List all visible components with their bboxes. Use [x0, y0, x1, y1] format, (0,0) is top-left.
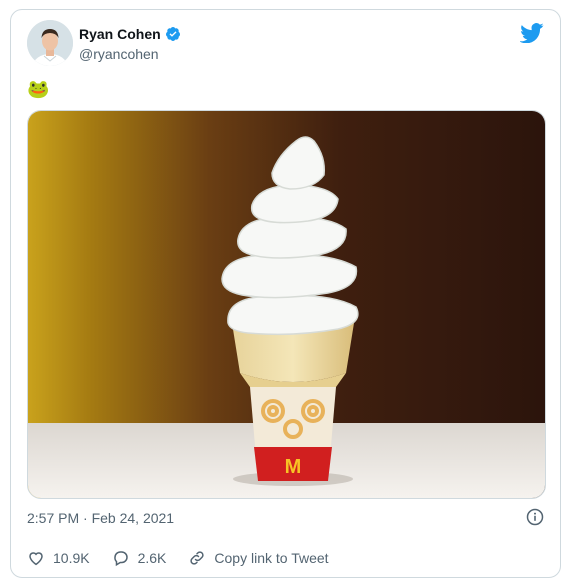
author-row[interactable]: Ryan Cohen — [79, 26, 181, 42]
copy-link-button[interactable]: Copy link to Tweet — [188, 549, 329, 567]
reply-button[interactable]: 2.6K — [112, 549, 167, 567]
tweet-timestamp[interactable]: 2:57 PM · Feb 24, 2021 — [27, 510, 174, 526]
twitter-bird-icon[interactable] — [518, 23, 544, 44]
link-icon — [190, 551, 205, 565]
like-count: 10.9K — [53, 550, 90, 566]
avatar[interactable] — [27, 20, 73, 66]
reply-count: 2.6K — [137, 550, 167, 566]
reply-icon — [113, 551, 128, 567]
info-icon[interactable] — [526, 508, 544, 526]
author-handle[interactable]: @ryancohen — [79, 46, 159, 62]
like-button[interactable]: 10.9K — [27, 549, 90, 567]
svg-text:M: M — [285, 456, 302, 478]
tweet-actions: 10.9K 2.6K Copy link to Tweet — [27, 548, 351, 568]
verified-badge-icon — [165, 26, 181, 42]
tweet-photo[interactable]: M — [27, 110, 546, 499]
tweet-text: 🐸 — [27, 79, 50, 99]
heart-icon — [29, 552, 43, 566]
tweet-embed-card[interactable]: Ryan Cohen @ryancohen 🐸 M 2:57 PM · Feb … — [10, 9, 561, 578]
ice-cream-cone-photo: M — [28, 111, 545, 498]
author-name[interactable]: Ryan Cohen — [79, 26, 161, 42]
copy-link-label: Copy link to Tweet — [214, 550, 329, 566]
